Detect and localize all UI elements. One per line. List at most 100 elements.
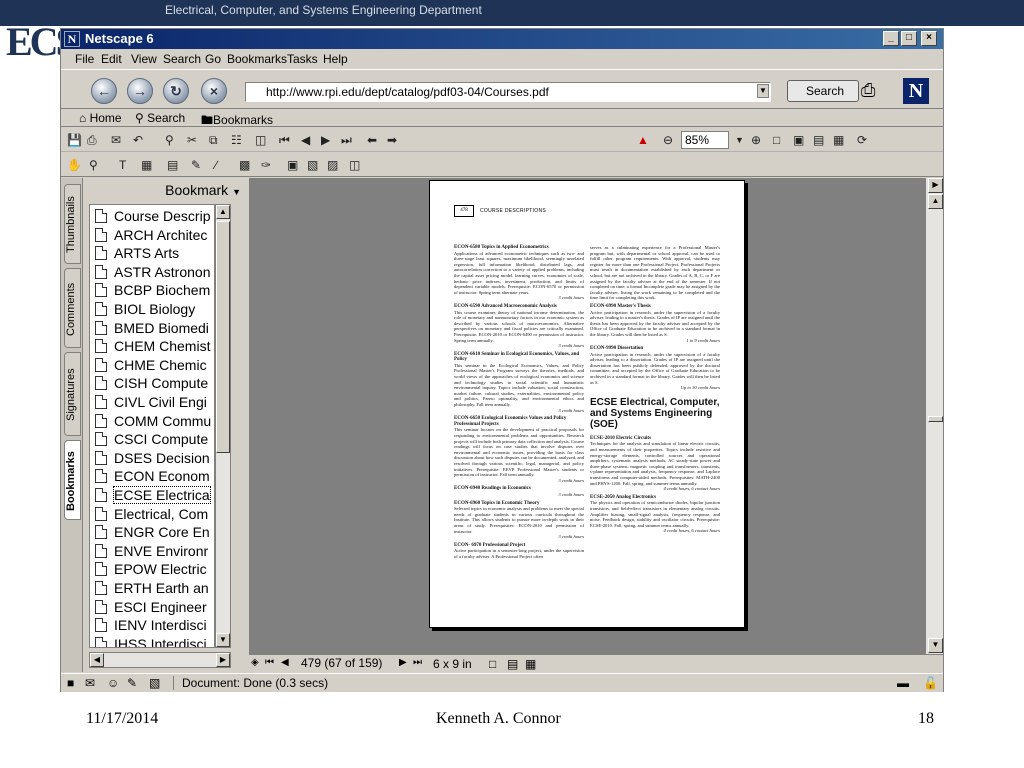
- scroll-right-icon[interactable]: ▶: [216, 653, 230, 667]
- line-tool-icon[interactable]: ∕: [215, 157, 217, 173]
- touchup-tool-icon[interactable]: ◫: [349, 157, 360, 173]
- previous-view-icon[interactable]: ⬅: [367, 132, 377, 148]
- actual-size-icon[interactable]: □: [773, 132, 780, 148]
- bookmark-item[interactable]: CIVL Civil Engi: [90, 393, 214, 412]
- zoom-dropdown-icon[interactable]: ▼: [735, 132, 744, 148]
- bookmark-item[interactable]: Electrical, Com: [90, 505, 214, 524]
- menu-bookmarks[interactable]: Bookmarks: [227, 52, 287, 66]
- maximize-button[interactable]: □: [901, 31, 917, 46]
- rotate-icon[interactable]: ⟳: [857, 132, 867, 148]
- link-tool-icon[interactable]: ▩: [239, 157, 250, 173]
- crop-tool-icon[interactable]: ▧: [307, 157, 318, 173]
- security-lock-icon[interactable]: 🔓: [923, 676, 938, 690]
- url-dropdown-button[interactable]: ▼: [757, 84, 769, 98]
- fit-page-icon[interactable]: ▣: [793, 132, 804, 148]
- bookmark-scrollbar[interactable]: ▲ ▼: [215, 204, 231, 648]
- note-tool-icon[interactable]: ▤: [167, 157, 178, 173]
- bookmark-item[interactable]: EPOW Electric: [90, 560, 214, 579]
- next-page-icon[interactable]: ▶: [321, 132, 330, 148]
- menu-help[interactable]: Help: [323, 52, 348, 66]
- tab-bookmarks[interactable]: Bookmarks: [64, 440, 81, 520]
- toolbar-search-button[interactable]: ⚲ Search: [135, 111, 185, 125]
- bookmark-item[interactable]: ECON Econom: [90, 467, 214, 486]
- bookmark-item[interactable]: BCBP Biochem: [90, 281, 214, 300]
- bookmark-item[interactable]: Course Descrip: [90, 207, 214, 226]
- save-icon[interactable]: 💾: [67, 132, 82, 148]
- page-right-arrow-icon[interactable]: ▶: [928, 178, 943, 193]
- undo-icon[interactable]: ↶: [133, 132, 143, 148]
- stop-button[interactable]: ×: [201, 78, 227, 104]
- bookmark-item[interactable]: ENVE Environr: [90, 542, 214, 561]
- bookmark-horizontal-scrollbar[interactable]: ◀ ▶: [89, 652, 231, 668]
- search-button[interactable]: Search: [787, 80, 859, 102]
- scroll-up-icon[interactable]: ▲: [928, 194, 943, 209]
- bookmark-item[interactable]: BIOL Biology: [90, 300, 214, 319]
- close-button[interactable]: ×: [921, 31, 937, 46]
- copy-icon[interactable]: ⧉: [209, 132, 218, 148]
- navigator-icon[interactable]: ■: [67, 676, 74, 690]
- page-number-field[interactable]: 479 (67 of 159): [301, 656, 382, 670]
- bookmark-item[interactable]: BMED Biomedi: [90, 319, 214, 338]
- print-icon[interactable]: ⎙: [87, 132, 97, 148]
- bookmark-item[interactable]: ARCH Architec: [90, 226, 214, 245]
- bookmark-item[interactable]: ESCI Engineer: [90, 598, 214, 617]
- bookmark-item[interactable]: CISH Compute: [90, 374, 214, 393]
- bookmark-item[interactable]: CSCI Compute: [90, 430, 214, 449]
- menu-tasks[interactable]: Tasks: [287, 52, 318, 66]
- menu-edit[interactable]: Edit: [101, 52, 122, 66]
- mail-icon[interactable]: ✉: [85, 676, 95, 690]
- adobe-logo-icon[interactable]: ▲: [637, 132, 649, 148]
- signature-tool-icon[interactable]: ✑: [261, 157, 271, 173]
- expand-icon[interactable]: ◈: [251, 657, 259, 668]
- home-button[interactable]: ⌂ Home: [79, 111, 122, 125]
- pencil-tool-icon[interactable]: ✎: [191, 157, 201, 173]
- scroll-down-icon[interactable]: ▼: [928, 638, 943, 653]
- minimize-button[interactable]: _: [883, 31, 899, 46]
- single-page-icon[interactable]: □: [489, 657, 496, 671]
- bookmark-item[interactable]: COMM Commu: [90, 412, 214, 431]
- last-page-icon[interactable]: ⏭: [341, 132, 352, 148]
- tab-signatures[interactable]: Signatures: [64, 352, 81, 436]
- chat-icon[interactable]: ☺: [107, 676, 119, 690]
- tab-thumbnails[interactable]: Thumbnails: [64, 184, 81, 264]
- first-page-icon[interactable]: ⏮: [265, 657, 274, 668]
- previous-page-icon[interactable]: ◀: [281, 657, 289, 668]
- bookmark-item[interactable]: ASTR Astronon: [90, 263, 214, 282]
- scroll-down-icon[interactable]: ▼: [216, 633, 230, 647]
- bookmark-item[interactable]: CHME Chemic: [90, 356, 214, 375]
- hand-tool-icon[interactable]: ✋: [67, 157, 82, 173]
- address-book-icon[interactable]: ▧: [149, 676, 160, 690]
- next-page-icon[interactable]: ▶: [399, 657, 407, 668]
- find-icon[interactable]: ⚲: [165, 132, 174, 148]
- facing-pages-icon[interactable]: ▦: [525, 657, 536, 671]
- email-icon[interactable]: ✉: [111, 132, 121, 148]
- bookmark-item[interactable]: ENGR Core En: [90, 523, 214, 542]
- bookmark-item[interactable]: DSES Decision: [90, 449, 214, 468]
- menu-search[interactable]: Search: [163, 52, 201, 66]
- menu-file[interactable]: File: [75, 52, 94, 66]
- paste-icon[interactable]: ☷: [231, 132, 242, 148]
- forward-button[interactable]: →: [127, 78, 153, 104]
- next-view-icon[interactable]: ➡: [387, 132, 397, 148]
- text-select-tool-icon[interactable]: T: [119, 157, 126, 173]
- bookmark-item[interactable]: ECSE Electrica: [90, 486, 214, 505]
- bookmark-item[interactable]: ARTS Arts: [90, 244, 214, 263]
- zoom-input[interactable]: 85%: [681, 131, 729, 149]
- zoom-tool-icon[interactable]: ⚲: [89, 157, 98, 173]
- zoom-in-icon[interactable]: ⊕: [751, 132, 761, 148]
- bookmark-item[interactable]: CHEM Chemist: [90, 337, 214, 356]
- back-button[interactable]: ←: [91, 78, 117, 104]
- scroll-left-icon[interactable]: ◀: [90, 653, 104, 667]
- document-vertical-scrollbar[interactable]: ▶ ▲ ▼: [925, 178, 943, 654]
- last-page-icon[interactable]: ⏭: [413, 657, 422, 668]
- graphics-select-tool-icon[interactable]: ▦: [141, 157, 152, 173]
- bookmark-menu-button[interactable]: Bookmark ▼: [83, 178, 247, 202]
- menu-go[interactable]: Go: [205, 52, 221, 66]
- fit-width-icon[interactable]: ▤: [813, 132, 824, 148]
- menu-view[interactable]: View: [131, 52, 157, 66]
- tab-comments[interactable]: Comments: [64, 268, 81, 348]
- first-page-icon[interactable]: ⏮: [279, 132, 290, 148]
- bookmark-item[interactable]: ERTH Earth an: [90, 579, 214, 598]
- zoom-out-icon[interactable]: ⊖: [663, 132, 673, 148]
- scroll-up-icon[interactable]: ▲: [216, 205, 230, 219]
